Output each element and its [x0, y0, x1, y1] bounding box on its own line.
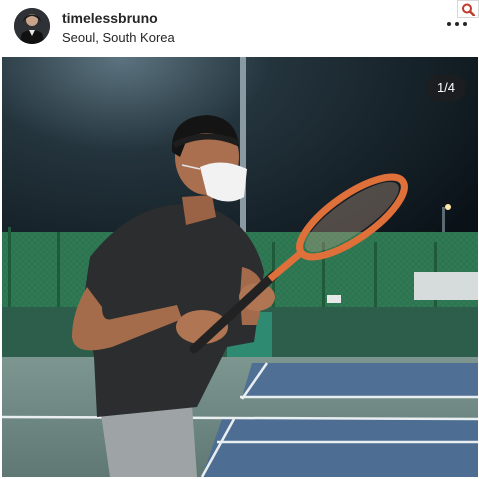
- post-photo[interactable]: 1/4: [2, 57, 478, 477]
- avatar[interactable]: [14, 8, 50, 44]
- post-header: timelessbruno Seoul, South Korea: [0, 0, 479, 57]
- tennis-court-photo: [2, 57, 478, 477]
- location-link[interactable]: Seoul, South Korea: [62, 30, 175, 45]
- carousel-counter: 1/4: [426, 74, 466, 102]
- search-icon[interactable]: [457, 0, 479, 18]
- more-options-icon[interactable]: [446, 17, 468, 31]
- username-link[interactable]: timelessbruno: [62, 10, 158, 26]
